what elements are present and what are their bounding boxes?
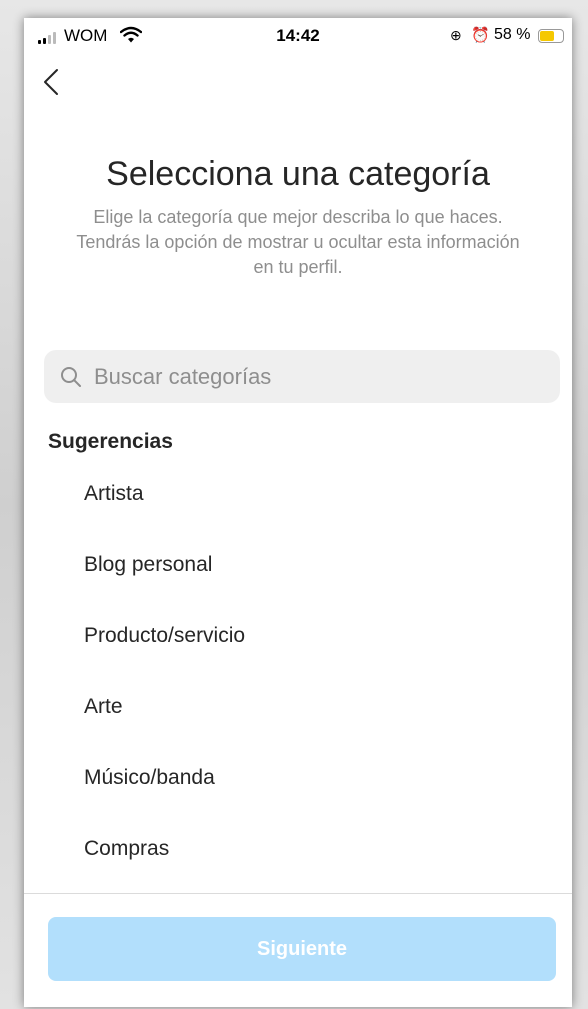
- page-title: Selecciona una categoría: [106, 155, 490, 193]
- rotation-lock-icon: ⊕: [450, 27, 462, 43]
- search-icon: [61, 367, 81, 387]
- search-input[interactable]: [94, 350, 544, 403]
- battery-percent: 58 %: [494, 26, 531, 43]
- phone-screen: WOM 14:42 ⊕ ⏰ 58 % Selecciona una catego…: [24, 18, 572, 1007]
- category-item-artista[interactable]: Artista: [24, 458, 572, 529]
- battery-level: [540, 31, 554, 41]
- footer: Siguiente: [24, 893, 572, 1007]
- suggestions-heading: Sugerencias: [48, 430, 173, 453]
- category-list: Artista Blog personal Producto/servicio …: [24, 458, 572, 884]
- category-item-arte[interactable]: Arte: [24, 671, 572, 742]
- category-item-compras[interactable]: Compras: [24, 813, 572, 884]
- alarm-icon: ⏰: [471, 27, 490, 44]
- battery-icon: [538, 29, 564, 43]
- status-bar: WOM 14:42 ⊕ ⏰ 58 %: [24, 18, 572, 54]
- search-box[interactable]: [44, 350, 560, 403]
- category-item-blog-personal[interactable]: Blog personal: [24, 529, 572, 600]
- back-button[interactable]: [40, 66, 64, 98]
- category-item-musico-banda[interactable]: Músico/banda: [24, 742, 572, 813]
- category-item-producto-servicio[interactable]: Producto/servicio: [24, 600, 572, 671]
- page-subtitle: Elige la categoría que mejor describa lo…: [76, 207, 520, 277]
- chevron-left-icon: [44, 69, 58, 95]
- next-button[interactable]: Siguiente: [48, 917, 556, 981]
